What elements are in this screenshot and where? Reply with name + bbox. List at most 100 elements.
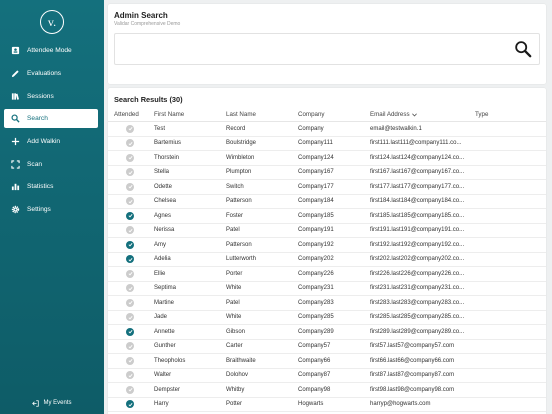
not-attended-check-icon[interactable] [126, 371, 134, 380]
search-button[interactable] [513, 39, 533, 59]
not-attended-check-icon[interactable] [126, 124, 134, 133]
badge-icon [10, 46, 20, 56]
last-name-cell: Whitby [226, 386, 245, 393]
column-header-last-name[interactable]: Last Name [226, 108, 296, 121]
table-row[interactable]: Septima White Company231 first231.last231@c… [108, 282, 546, 296]
last-name-cell: Record [226, 125, 246, 132]
table-row[interactable]: Nerissa Patel Company191 first191.last191@c… [108, 224, 546, 238]
sidebar-item-statistics[interactable]: Statistics [4, 177, 98, 196]
sidebar-item-scan[interactable]: Scan [4, 155, 98, 174]
not-attended-check-icon[interactable] [126, 168, 134, 177]
table-row[interactable]: Dempster Whitby Company98 first98.last98@co… [108, 383, 546, 398]
table-row[interactable]: Martine Patel Company283 first283.last283@c… [108, 296, 546, 311]
table-row[interactable]: Theopholos Braithwaite Company66 first66.la… [108, 354, 546, 369]
attended-cell [114, 311, 146, 325]
column-header-first-name[interactable]: First Name [154, 108, 224, 121]
not-attended-check-icon[interactable] [126, 356, 134, 365]
company-cell: Company289 [298, 328, 334, 335]
table-row[interactable]: Adelia Lutterworth Company202 first202.last… [108, 253, 546, 267]
search-icon [10, 114, 20, 124]
first-name-cell: Agnes [154, 212, 172, 219]
type-cell [475, 369, 535, 383]
first-name-cell: Amy [154, 241, 166, 248]
last-name-cell: Lutterworth [226, 256, 257, 263]
not-attended-check-icon[interactable] [126, 153, 134, 162]
company-cell: Company185 [298, 212, 334, 219]
table-row[interactable]: Test Record Company email@testwalkin.1 [108, 122, 546, 137]
not-attended-check-icon[interactable] [126, 182, 134, 191]
column-header-company[interactable]: Company [298, 108, 370, 121]
first-name-cell: Ellie [154, 270, 166, 277]
sidebar-item-label: Add Walkin [27, 138, 61, 145]
column-header-type[interactable]: Type [475, 108, 535, 121]
bar-chart-icon [10, 182, 20, 192]
table-row[interactable]: Chelsea Patterson Company184 first184.last1… [108, 195, 546, 209]
sidebar-item-search[interactable]: Search [4, 109, 98, 128]
table-row[interactable]: Jade White Company285 first285.last285@comp… [108, 311, 546, 325]
gear-icon [10, 205, 20, 215]
table-row[interactable]: Amy Patterson Company192 first192.last192@c… [108, 238, 546, 253]
first-name-cell: Thorstein [154, 154, 180, 161]
table-row[interactable]: Harry Potter Hogwarts harryp@hogwarts.com [108, 398, 546, 412]
not-attended-check-icon[interactable] [126, 284, 134, 293]
last-name-cell: Braithwaite [226, 357, 256, 364]
attended-cell [114, 209, 146, 223]
sidebar-item-sessions[interactable]: Sessions [4, 87, 98, 106]
email-cell: first191.last191@company191.co... [370, 227, 465, 234]
attended-cell [114, 369, 146, 383]
pencil-icon [10, 69, 20, 79]
table-row[interactable]: Annette Gibson Company289 first289.last289@… [108, 325, 546, 340]
table-row[interactable]: Walter Dolohov Company87 first87.last87@com… [108, 369, 546, 383]
company-cell: Company184 [298, 198, 334, 205]
column-header-attended[interactable]: Attended [114, 108, 148, 121]
type-cell [475, 180, 535, 194]
table-row[interactable]: Bartemius Boulstridge Company111 first111.l… [108, 137, 546, 151]
last-name-cell: White [226, 314, 242, 321]
company-cell: Company124 [298, 154, 334, 161]
last-name-cell: Foster [226, 212, 244, 219]
sidebar-item-evaluations[interactable]: Evaluations [4, 64, 98, 83]
last-name-cell: Switch [226, 183, 244, 190]
not-attended-check-icon[interactable] [126, 197, 134, 206]
table-row[interactable]: Gunther Carter Company57 first57.last57@com… [108, 340, 546, 354]
sidebar-item-label: Settings [27, 206, 51, 213]
not-attended-check-icon[interactable] [126, 342, 134, 351]
attended-cell [114, 195, 146, 209]
not-attended-check-icon[interactable] [126, 139, 134, 148]
my-events-button[interactable]: My Events [0, 397, 104, 409]
email-cell: first98.last98@company98.com [370, 386, 455, 393]
not-attended-check-icon[interactable] [126, 226, 134, 235]
attended-check-icon[interactable] [126, 255, 134, 264]
sidebar-item-settings[interactable]: Settings [4, 200, 98, 219]
company-cell: Company192 [298, 241, 334, 248]
scan-icon [10, 160, 20, 170]
email-cell: first185.last185@company185.co... [370, 212, 465, 219]
not-attended-check-icon[interactable] [126, 313, 134, 322]
table-row[interactable]: Agnes Foster Company185 first185.last185@co… [108, 209, 546, 224]
sidebar-item-add-walkin[interactable]: Add Walkin [4, 132, 98, 151]
search-input[interactable] [115, 34, 505, 64]
column-header-email[interactable]: Email Address [370, 108, 474, 121]
page-subtitle: Validar Comprehensive Demo [114, 21, 181, 27]
table-row[interactable]: Ellie Porter Company226 first226.last226@co… [108, 267, 546, 282]
attended-cell [114, 354, 146, 368]
sidebar-item-attendee-mode[interactable]: Attendee Mode [4, 41, 98, 60]
attended-check-icon[interactable] [126, 240, 134, 249]
last-name-cell: Patterson [226, 198, 252, 205]
not-attended-check-icon[interactable] [126, 385, 134, 394]
table-row[interactable]: Stella Plumpton Company167 first167.last167… [108, 166, 546, 180]
email-cell: first192.last192@company192.co... [370, 241, 465, 248]
app-logo: v. [40, 10, 64, 34]
company-cell: Company111 [298, 140, 333, 147]
table-row[interactable]: Odette Switch Company177 first177.last177@c… [108, 180, 546, 195]
company-cell: Company283 [298, 299, 334, 306]
email-cell: first285.last285@company285.co... [370, 314, 465, 321]
not-attended-check-icon[interactable] [126, 269, 134, 278]
table-row[interactable]: Thorstein Wimbleton Company124 first124.las… [108, 151, 546, 166]
last-name-cell: Patel [226, 227, 240, 234]
attended-check-icon[interactable] [126, 400, 134, 409]
first-name-cell: Dempster [154, 386, 181, 393]
not-attended-check-icon[interactable] [126, 298, 134, 307]
attended-check-icon[interactable] [126, 327, 134, 336]
attended-check-icon[interactable] [126, 211, 134, 220]
